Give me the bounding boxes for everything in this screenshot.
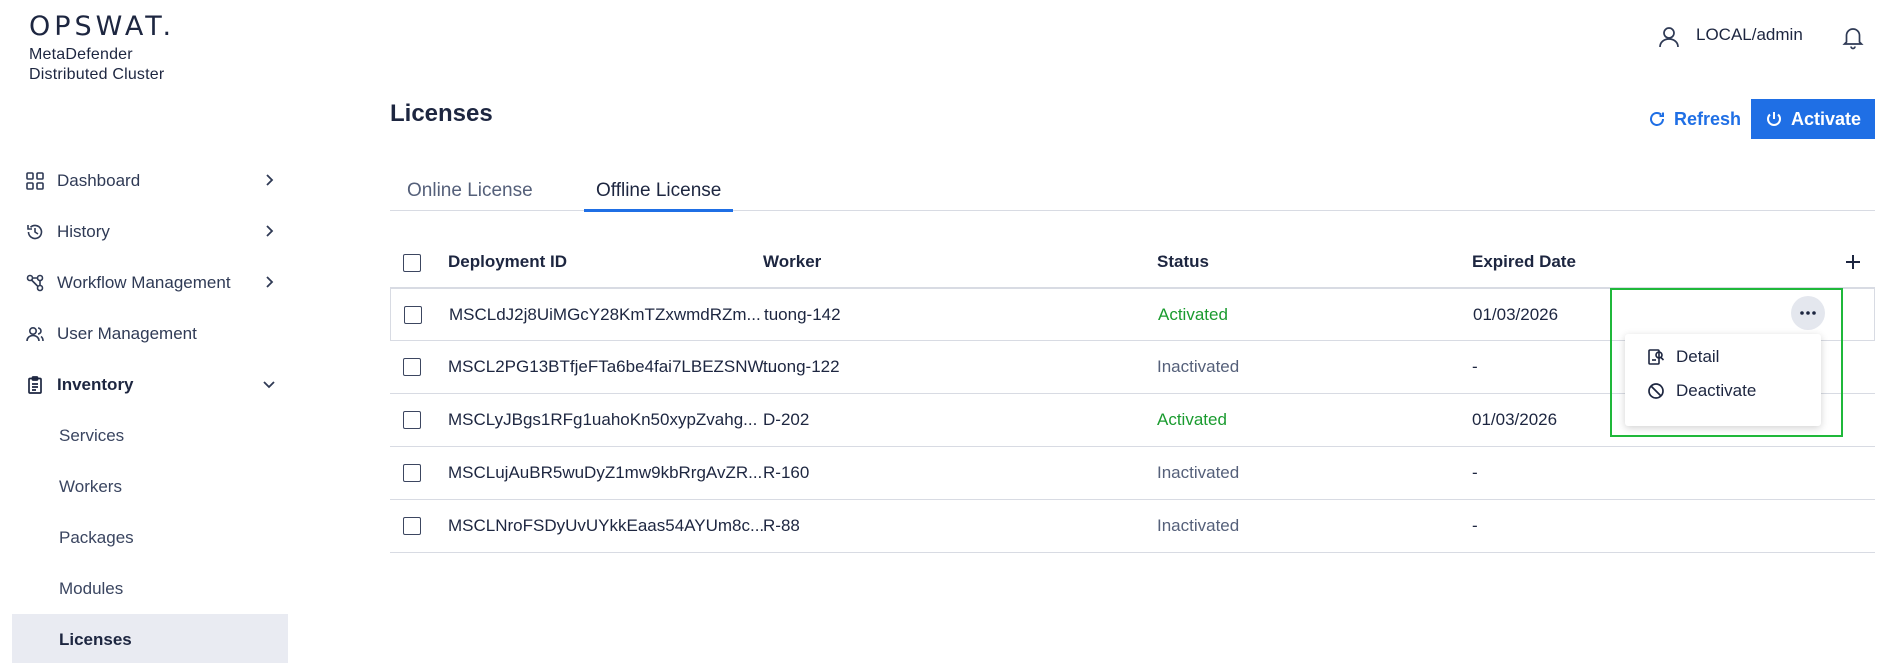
user-name[interactable]: LOCAL/admin: [1696, 25, 1803, 45]
expired-date: 01/03/2026: [1473, 305, 1559, 324]
chevron-right-icon: [266, 174, 274, 186]
tab-online-license[interactable]: Online License: [395, 175, 545, 211]
clipboard-icon: [24, 374, 46, 396]
column-header-deployment-id[interactable]: Deployment ID: [448, 252, 567, 272]
sidebar-item-label: Inventory: [57, 374, 134, 394]
sidebar-item-label: User Management: [57, 323, 197, 343]
sidebar-item-workflow-management[interactable]: Workflow Management: [12, 257, 288, 308]
row-actions-button[interactable]: [1791, 296, 1825, 330]
row-checkbox[interactable]: [404, 306, 422, 324]
chevron-right-icon: [266, 225, 274, 237]
users-icon: [24, 323, 46, 345]
column-header-worker[interactable]: Worker: [763, 252, 821, 272]
row-checkbox[interactable]: [403, 517, 421, 535]
status: Activated: [1158, 305, 1228, 324]
sidebar: OPSWAT. MetaDefender Distributed Cluster…: [0, 0, 300, 663]
sidebar-item-packages[interactable]: Packages: [12, 512, 288, 563]
user-icon[interactable]: [1656, 24, 1682, 50]
block-icon: [1648, 383, 1664, 399]
sidebar-item-label: History: [57, 221, 110, 241]
opswat-logo[interactable]: OPSWAT.: [29, 12, 175, 42]
worker: tuong-122: [763, 357, 840, 376]
status: Inactivated: [1157, 463, 1240, 482]
expired-date: -: [1472, 516, 1478, 535]
deployment-id: MSCLyJBgs1RFg1uahoKn50xypZvahg...: [448, 410, 758, 429]
status: Inactivated: [1157, 516, 1240, 535]
menu-item-deactivate[interactable]: Deactivate: [1625, 373, 1821, 409]
sidebar-item-modules[interactable]: Modules: [12, 563, 288, 614]
deployment-id: MSCLNroFSDyUvUYkkEaas54AYUm8c...: [448, 516, 765, 535]
plus-icon[interactable]: [1843, 252, 1863, 272]
deployment-id: MSCLdJ2j8UiMGcY28KmTZxwmdRZm...: [449, 305, 761, 324]
status: Activated: [1157, 410, 1227, 429]
expired-date: -: [1472, 463, 1478, 482]
sidebar-item-workers[interactable]: Workers: [12, 461, 288, 512]
row-checkbox[interactable]: [403, 464, 421, 482]
workflow-icon: [24, 272, 46, 294]
column-header-status[interactable]: Status: [1157, 252, 1209, 272]
expired-date: -: [1472, 357, 1478, 376]
deployment-id: MSCL2PG13BTfjeFTa6be4fai7LBEZSNW...: [448, 357, 777, 376]
expired-date: 01/03/2026: [1472, 410, 1558, 429]
product-name-line1: MetaDefender: [29, 46, 133, 63]
page-title: Licenses: [390, 100, 493, 127]
chevron-down-icon: [263, 381, 275, 389]
status: Inactivated: [1157, 357, 1240, 376]
select-all-checkbox[interactable]: [403, 254, 421, 272]
refresh-icon: [1650, 112, 1664, 126]
row-actions-menu: Detail Deactivate: [1625, 334, 1821, 426]
history-icon: [24, 221, 46, 243]
table-row[interactable]: MSCLNroFSDyUvUYkkEaas54AYUm8c... R-88 In…: [390, 500, 1875, 553]
activate-button[interactable]: Activate: [1751, 99, 1875, 139]
product-name-line2: Distributed Cluster: [29, 66, 165, 83]
menu-item-label: Detail: [1676, 347, 1720, 366]
brand: OPSWAT. MetaDefender Distributed Cluster: [29, 12, 175, 85]
power-icon: [1767, 112, 1781, 126]
sidebar-item-history[interactable]: History: [12, 206, 288, 257]
top-bar: LOCAL/admin: [1590, 0, 1890, 70]
worker: D-202: [763, 410, 810, 429]
sidebar-item-services[interactable]: Services: [12, 410, 288, 461]
worker: R-88: [763, 516, 800, 535]
tab-offline-license[interactable]: Offline License: [584, 175, 734, 212]
chevron-right-icon: [266, 276, 274, 288]
column-header-expired-date[interactable]: Expired Date: [1472, 252, 1576, 272]
menu-item-detail[interactable]: Detail: [1625, 339, 1821, 375]
deployment-id: MSCLujAuBR5wuDyZ1mw9kbRrgAvZR...: [448, 463, 763, 482]
sidebar-item-inventory[interactable]: Inventory: [12, 359, 288, 410]
license-tabs: Online License Offline License: [390, 175, 1875, 212]
worker: tuong-142: [764, 305, 841, 324]
grid-icon: [24, 170, 46, 192]
sidebar-item-licenses[interactable]: Licenses: [12, 614, 288, 663]
table-header: Deployment ID Worker Status Expired Date: [390, 240, 1875, 288]
row-checkbox[interactable]: [403, 411, 421, 429]
detail-icon: [1648, 349, 1665, 365]
table-row[interactable]: MSCLujAuBR5wuDyZ1mw9kbRrgAvZR... R-160 I…: [390, 447, 1875, 500]
more-horizontal-icon: [1800, 311, 1816, 315]
sidebar-item-dashboard[interactable]: Dashboard: [12, 155, 288, 206]
row-checkbox[interactable]: [403, 358, 421, 376]
sidebar-item-label: Dashboard: [57, 170, 141, 190]
menu-item-label: Deactivate: [1676, 381, 1757, 400]
sidebar-item-label: Workflow Management: [57, 272, 231, 292]
activate-label: Activate: [1790, 108, 1862, 129]
refresh-button[interactable]: Refresh: [1648, 102, 1741, 136]
worker: R-160: [763, 463, 810, 482]
refresh-label: Refresh: [1674, 108, 1742, 129]
sidebar-nav: Dashboard History Workflow Management Us…: [12, 155, 288, 663]
sidebar-item-user-management[interactable]: User Management: [12, 308, 288, 359]
bell-icon[interactable]: [1840, 24, 1866, 50]
